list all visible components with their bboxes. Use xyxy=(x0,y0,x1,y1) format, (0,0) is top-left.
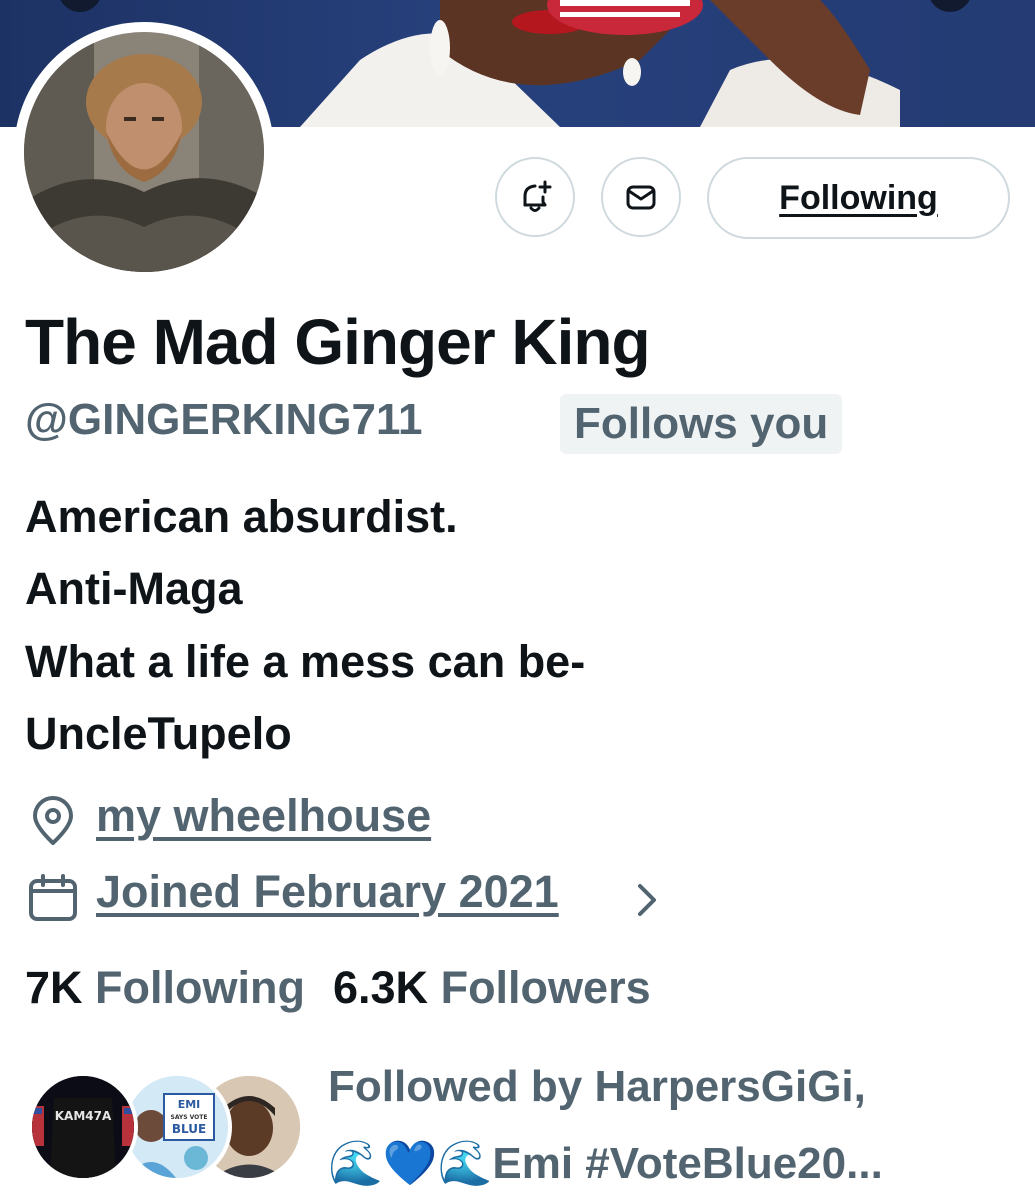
profile-handle: @GINGERKING711 xyxy=(25,395,423,444)
profile-page: Following The Mad Ginger King @GINGERKIN… xyxy=(0,0,1035,1200)
notify-button[interactable] xyxy=(495,157,575,237)
profile-avatar[interactable] xyxy=(14,22,274,282)
followed-by-avatar[interactable]: EMI SAYS VOTE BLUE xyxy=(122,1072,232,1182)
location-pin-icon xyxy=(33,796,73,845)
following-stat[interactable]: 7K Following xyxy=(25,962,305,1013)
bell-plus-icon xyxy=(523,180,552,212)
followed-by-text[interactable]: Followed by HarpersGiGi, xyxy=(328,1062,866,1112)
following-count: 7K xyxy=(25,962,83,1013)
message-button[interactable] xyxy=(601,157,681,237)
envelope-icon xyxy=(626,185,656,210)
sign-text-bottom: BLUE xyxy=(172,1122,206,1136)
joined-date-link[interactable]: Joined February 2021 xyxy=(96,866,559,918)
profile-stats: 7K Following 6.3K Followers xyxy=(25,962,651,1014)
followers-count: 6.3K xyxy=(333,962,429,1013)
follows-you-badge: Follows you xyxy=(560,394,843,454)
chevron-right-icon[interactable] xyxy=(632,878,662,922)
following-button[interactable]: Following xyxy=(707,157,1010,239)
calendar-icon xyxy=(29,874,77,921)
location-link[interactable]: my wheelhouse xyxy=(96,790,431,842)
followers-label: Followers xyxy=(440,962,651,1013)
bio-line: What a life a mess can be- xyxy=(25,636,586,687)
bio-line: American absurdist. xyxy=(25,491,458,542)
followed-by-avatar[interactable]: KAM47A xyxy=(28,1072,138,1182)
display-name: The Mad Ginger King xyxy=(25,306,651,378)
avatar-image xyxy=(24,32,264,272)
followed-by-text[interactable]: 🌊💙🌊Emi #VoteBlue20... xyxy=(328,1137,883,1189)
bio-line: UncleTupelo xyxy=(25,708,292,759)
sign-text-mid: SAYS VOTE xyxy=(171,1114,208,1121)
following-label: Following xyxy=(95,962,305,1013)
shirt-text: KAM47A xyxy=(55,1109,112,1123)
followers-stat[interactable]: 6.3K Followers xyxy=(333,962,651,1013)
sign-text-top: EMI xyxy=(178,1098,201,1111)
bio-line: Anti-Maga xyxy=(25,563,243,614)
